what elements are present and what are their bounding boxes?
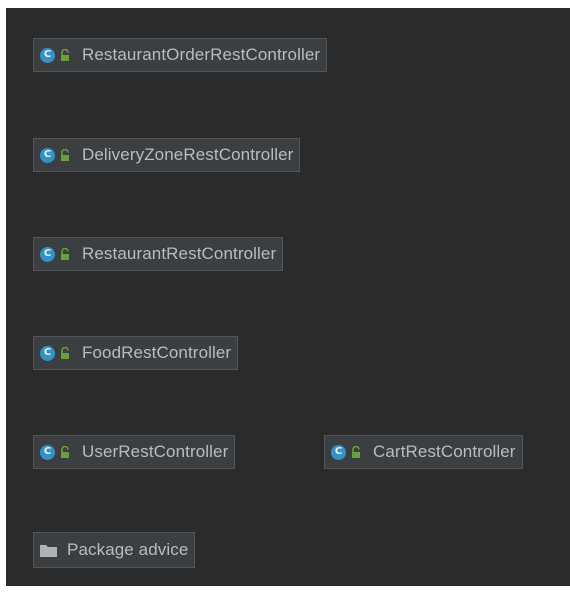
class-node-restaurant-rest-controller[interactable]: C RestaurantRestController xyxy=(33,237,284,271)
class-name-label: CartRestController xyxy=(373,442,516,461)
public-lock-icon xyxy=(61,248,69,260)
public-lock-icon xyxy=(61,446,69,458)
class-node-cart-rest-controller[interactable]: C CartRestController xyxy=(324,435,523,469)
class-icon: C xyxy=(40,345,55,361)
package-name-label: Package advice xyxy=(67,540,189,559)
public-lock-icon xyxy=(61,347,69,359)
class-name-label: FoodRestController xyxy=(82,343,232,362)
class-node-food-rest-controller[interactable]: C FoodRestController xyxy=(33,336,239,370)
class-icon: C xyxy=(331,444,346,460)
public-lock-icon xyxy=(61,149,69,161)
class-node-user-rest-controller[interactable]: C UserRestController xyxy=(33,435,236,469)
class-node-restaurant-order-rest-controller[interactable]: C RestaurantOrderRestController xyxy=(33,38,328,72)
class-name-label: DeliveryZoneRestController xyxy=(82,145,294,164)
diagram-canvas[interactable]: C RestaurantOrderRestController C Delive… xyxy=(6,8,570,586)
class-node-delivery-zone-rest-controller[interactable]: C DeliveryZoneRestController xyxy=(33,138,301,172)
public-lock-icon xyxy=(352,446,360,458)
class-icon: C xyxy=(40,47,55,63)
public-lock-icon xyxy=(61,49,69,61)
folder-icon xyxy=(40,544,57,557)
package-node-advice[interactable]: Package advice xyxy=(33,532,196,568)
class-name-label: RestaurantRestController xyxy=(82,244,277,263)
class-name-label: RestaurantOrderRestController xyxy=(82,45,321,64)
class-icon: C xyxy=(40,147,55,163)
class-icon: C xyxy=(40,246,55,262)
class-name-label: UserRestController xyxy=(82,442,229,461)
class-icon: C xyxy=(40,444,55,460)
